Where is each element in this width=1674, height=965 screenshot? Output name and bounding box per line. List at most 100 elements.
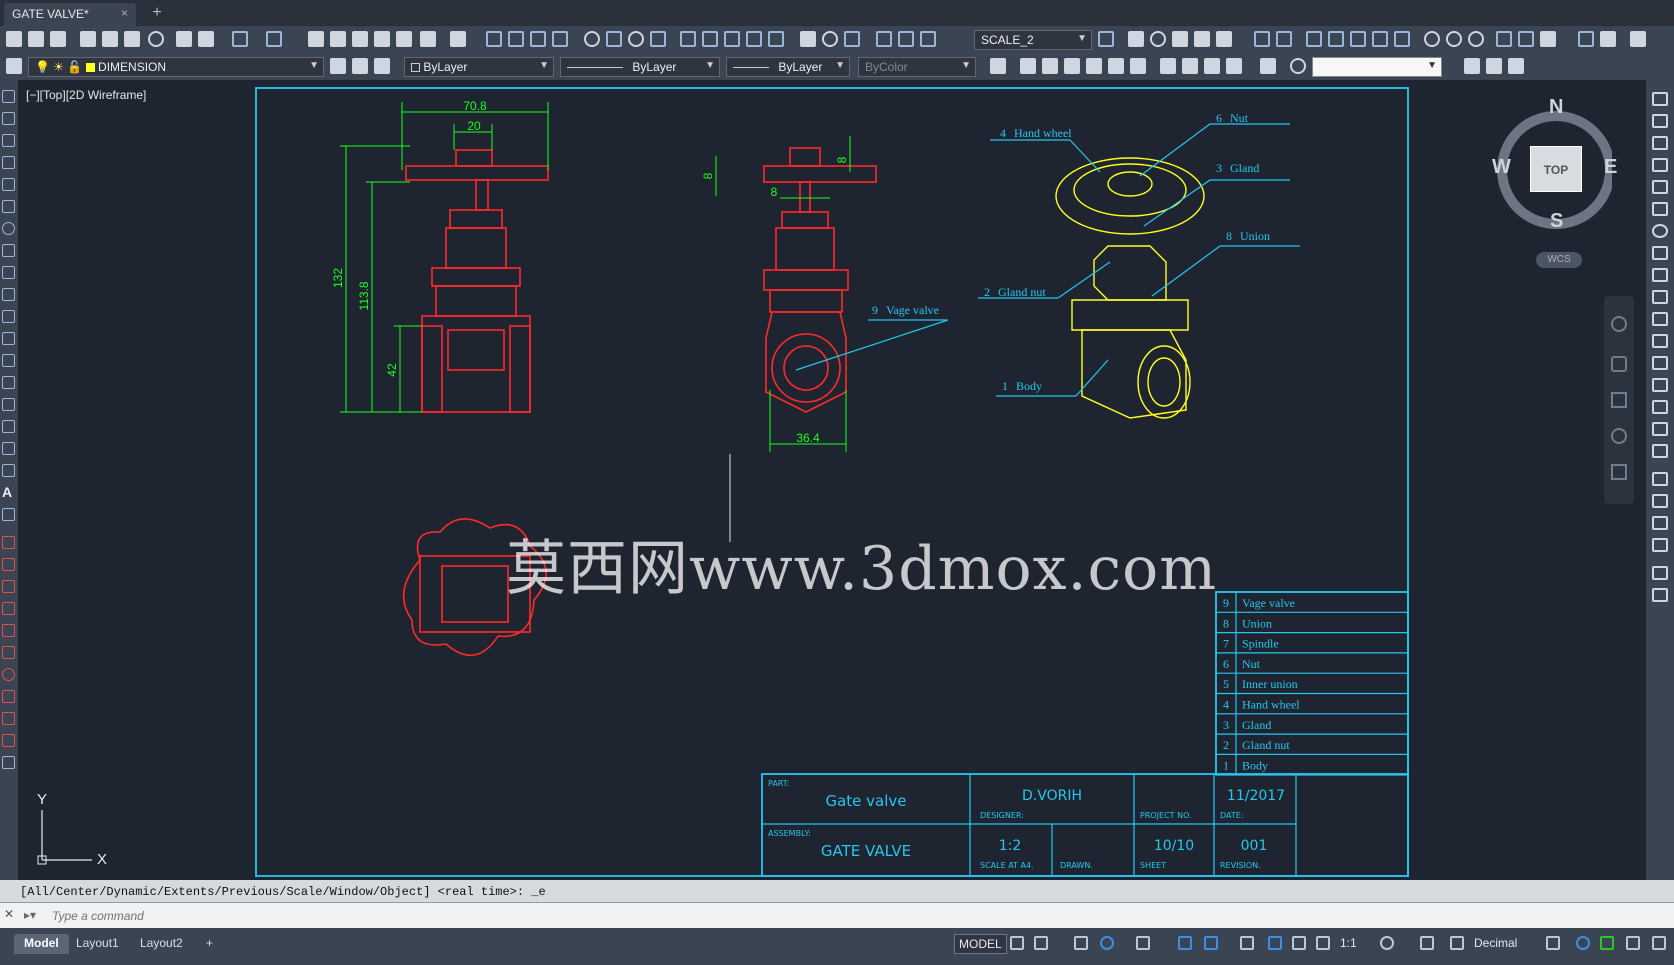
snap-midpoint-icon[interactable]: [1276, 31, 1292, 47]
array-tool-icon[interactable]: [1652, 180, 1668, 194]
center-mark-icon[interactable]: [822, 31, 838, 47]
stretch-tool-icon[interactable]: [1652, 268, 1668, 282]
layer-isolate-icon[interactable]: [1194, 31, 1210, 47]
ordinate-dimension-icon[interactable]: [552, 31, 568, 47]
snap-parallel-icon[interactable]: [1518, 31, 1534, 47]
polyline-icon[interactable]: [2, 134, 15, 147]
add-layout-button[interactable]: +: [196, 934, 223, 954]
circle-icon[interactable]: [2, 222, 15, 235]
extend-tool-icon[interactable]: [1652, 312, 1668, 326]
quick-dimension-icon[interactable]: [680, 31, 696, 47]
blend-tool-icon[interactable]: [1652, 422, 1668, 436]
view-bottom-icon[interactable]: [1042, 58, 1058, 74]
draworder-front-icon[interactable]: [1652, 472, 1668, 486]
dimension-space-icon[interactable]: [746, 31, 762, 47]
make-current-layer-icon[interactable]: [330, 58, 346, 74]
match-layer-icon[interactable]: [1150, 31, 1166, 47]
fullscreen-icon[interactable]: [1626, 936, 1640, 950]
draworder-under-icon[interactable]: [1652, 538, 1668, 552]
tab-model[interactable]: Model: [14, 934, 69, 954]
snap-insert-icon[interactable]: [1540, 31, 1556, 47]
multiline-text-icon[interactable]: A: [2, 485, 15, 499]
viewcube-top-face[interactable]: TOP: [1530, 146, 1582, 192]
table-icon[interactable]: [2, 464, 15, 477]
cut-icon[interactable]: [176, 31, 192, 47]
polygon-icon[interactable]: [2, 156, 15, 169]
new-file-icon[interactable]: [6, 31, 22, 47]
markup-icon[interactable]: [396, 31, 412, 47]
wcs-menu[interactable]: WCS: [1536, 252, 1582, 268]
snap-tangent-icon[interactable]: [1468, 31, 1484, 47]
layer-dropdown[interactable]: 💡 ☀ 🔓 DIMENSION ▼: [28, 57, 324, 77]
angular-dimension-icon[interactable]: [650, 31, 666, 47]
chamfer-tool-icon[interactable]: [1652, 378, 1668, 392]
jogged-dimension-icon[interactable]: [606, 31, 622, 47]
document-tab[interactable]: GATE VALVE* ×: [4, 3, 136, 26]
open-file-icon[interactable]: [28, 31, 44, 47]
snap-intersection-icon[interactable]: [1306, 31, 1322, 47]
tool-palettes-icon[interactable]: [352, 31, 368, 47]
compass-north[interactable]: N: [1549, 96, 1563, 119]
drawing-canvas[interactable]: [−][Top][2D Wireframe] 70.8 20 132 113.8 42 8…: [18, 80, 1646, 880]
navigation-bar[interactable]: [1604, 296, 1634, 504]
dimension-text-edit-icon[interactable]: [920, 31, 936, 47]
close-icon[interactable]: ×: [121, 6, 128, 20]
tab-layout2[interactable]: Layout2: [130, 934, 193, 954]
line-icon[interactable]: [2, 90, 15, 103]
diameter-dimension-icon[interactable]: [628, 31, 644, 47]
sheet-set-icon[interactable]: [374, 31, 390, 47]
insert-block-icon[interactable]: [2, 332, 15, 345]
array-icon[interactable]: [2, 624, 15, 637]
snap-nearest-icon[interactable]: [1578, 31, 1594, 47]
zoom-extents-icon[interactable]: [1611, 392, 1627, 408]
dim-front-icon[interactable]: [1652, 588, 1668, 602]
quick-properties-icon[interactable]: [1450, 936, 1464, 950]
object-snap-tracking-icon[interactable]: [1178, 936, 1192, 950]
units-dropdown[interactable]: Decimal: [1470, 934, 1540, 954]
layer-previous-icon-2[interactable]: [374, 58, 390, 74]
continue-dimension-icon[interactable]: [724, 31, 740, 47]
lock-tool-icon[interactable]: [2, 756, 15, 769]
polar-tracking-icon[interactable]: [1100, 936, 1114, 950]
mirror-icon[interactable]: [2, 580, 15, 593]
aligned-dimension-icon[interactable]: [508, 31, 524, 47]
view-back-icon[interactable]: [1130, 58, 1146, 74]
workspace-gear-icon[interactable]: [1380, 936, 1394, 950]
snap-from-icon[interactable]: [1372, 31, 1388, 47]
view-name-dropdown[interactable]: ▼: [1312, 57, 1442, 77]
orbit-nav-icon[interactable]: [1611, 428, 1627, 444]
join-tool-icon[interactable]: [1652, 356, 1668, 370]
view-front-icon[interactable]: [1108, 58, 1124, 74]
pan-hand-icon[interactable]: [1611, 356, 1627, 372]
dimension-break-icon[interactable]: [768, 31, 784, 47]
snap-apparent-icon[interactable]: [1328, 31, 1344, 47]
tolerance-icon[interactable]: [800, 31, 816, 47]
text-front-icon[interactable]: [1652, 566, 1668, 580]
new-tab-button[interactable]: +: [146, 4, 168, 24]
move-tool-icon[interactable]: [1652, 202, 1668, 216]
snap-extension-icon[interactable]: [1350, 31, 1366, 47]
annotation-monitor-icon[interactable]: [1420, 936, 1434, 950]
free-orbit-icon[interactable]: [1508, 58, 1524, 74]
ellipse-arc-icon[interactable]: [2, 310, 15, 323]
viewcube[interactable]: TOP N S E W: [1482, 96, 1617, 232]
view-sw-iso-icon[interactable]: [1160, 58, 1176, 74]
customize-menu-icon[interactable]: [1652, 936, 1666, 950]
steering-wheel-icon[interactable]: [1611, 316, 1627, 332]
view-se-iso-icon[interactable]: [1182, 58, 1198, 74]
add-selected-icon[interactable]: [2, 508, 15, 521]
quickcalc-icon[interactable]: [420, 31, 436, 47]
snap-tracking-icon[interactable]: [1394, 31, 1410, 47]
orbit-icon[interactable]: [1486, 58, 1502, 74]
snap-quadrant-icon[interactable]: [1446, 31, 1462, 47]
hardware-acceleration-icon[interactable]: [1576, 936, 1590, 950]
lineweight-dropdown[interactable]: ByLayer ▼: [726, 57, 850, 77]
draworder-above-icon[interactable]: [1652, 516, 1668, 530]
rectangle-icon[interactable]: [2, 178, 15, 191]
redo-icon[interactable]: [266, 31, 282, 47]
dimension-style-manager-icon[interactable]: [1098, 31, 1114, 47]
layer-previous-icon[interactable]: [1172, 31, 1188, 47]
tab-layout1[interactable]: Layout1: [66, 934, 129, 954]
radius-dimension-icon[interactable]: [584, 31, 600, 47]
rotate-tool-icon[interactable]: [1652, 224, 1668, 238]
